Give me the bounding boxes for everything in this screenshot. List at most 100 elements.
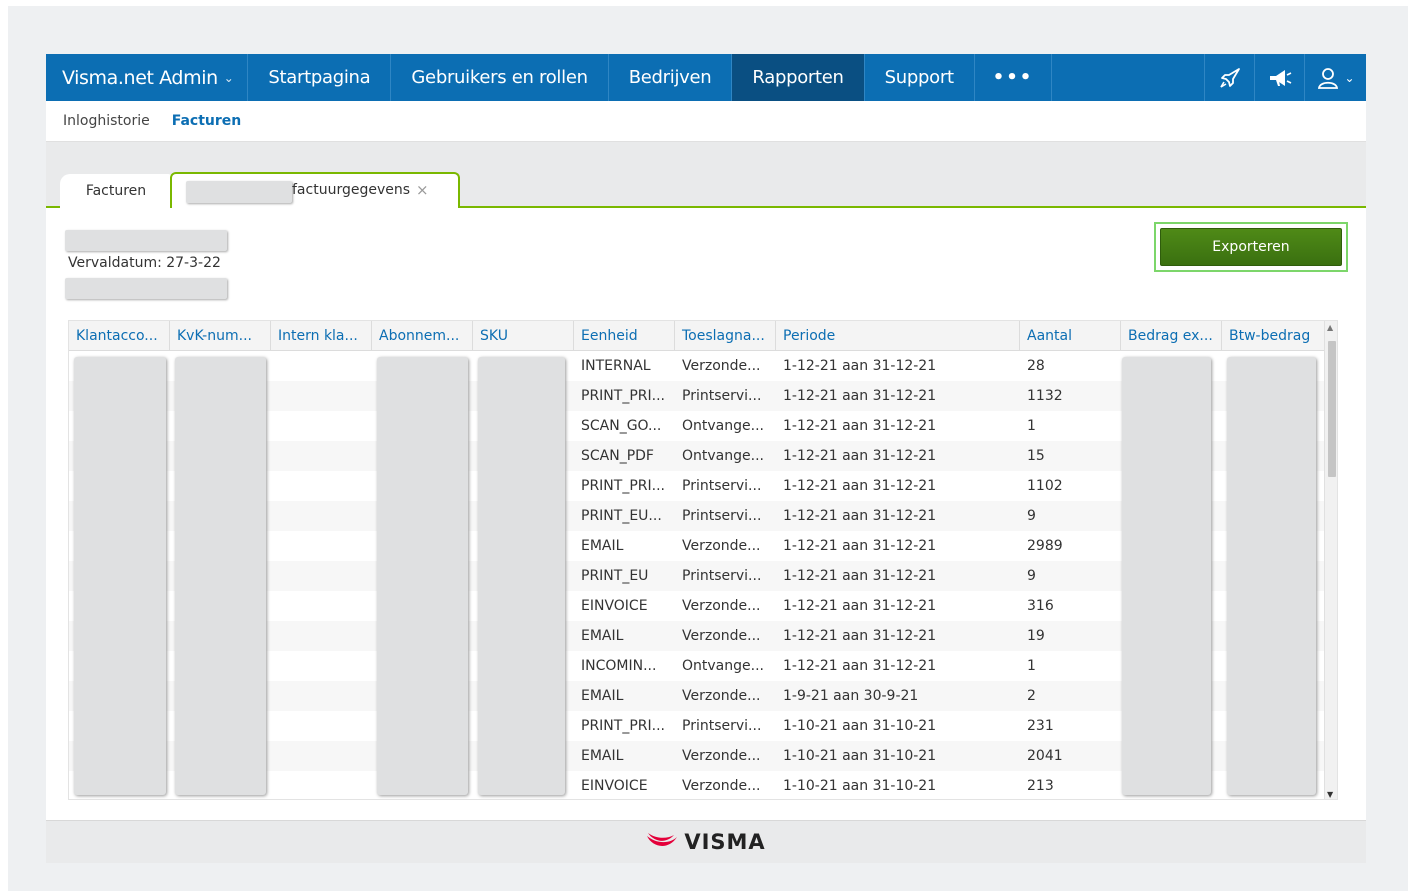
vertical-scrollbar[interactable]: ▲ ▼: [1324, 321, 1337, 799]
cell-aantal: 28: [1027, 358, 1045, 374]
logo-text: VISMA: [684, 830, 766, 854]
due-date-label: Vervaldatum: 27-3-22: [68, 255, 221, 271]
cell-toeslagnaam: Verzonde...: [682, 688, 761, 704]
brand-label: Visma.net Admin: [62, 66, 218, 89]
cell-toeslagnaam: Printservi...: [682, 718, 762, 734]
column-header-aantal[interactable]: Aantal: [1020, 321, 1121, 351]
megaphone-icon[interactable]: [1254, 54, 1304, 101]
app-switcher[interactable]: Visma.net Admin ⌄: [46, 54, 249, 101]
cell-periode: 1-12-21 aan 31-12-21: [783, 538, 937, 554]
corner-cut: [0, 0, 120, 6]
cell-periode: 1-10-21 aan 31-10-21: [783, 778, 937, 794]
column-header-toeslagnaam[interactable]: Toeslagna...: [675, 321, 776, 351]
cell-aantal: 231: [1027, 718, 1054, 734]
subnav-facturen[interactable]: Facturen: [172, 113, 242, 129]
column-header-btw-bedrag[interactable]: Btw-bedrag: [1222, 321, 1324, 351]
cell-aantal: 15: [1027, 448, 1045, 464]
nav-support[interactable]: Support: [865, 54, 975, 101]
nav-gebruikers-en-rollen[interactable]: Gebruikers en rollen: [391, 54, 609, 101]
cell-aantal: 1: [1027, 418, 1036, 434]
redacted-block: [186, 181, 292, 203]
cell-periode: 1-12-21 aan 31-12-21: [783, 598, 937, 614]
redacted-block: [65, 278, 227, 299]
redacted-column: [478, 357, 565, 795]
column-header-klantaccount[interactable]: Klantacco...: [69, 321, 170, 351]
cell-toeslagnaam: Printservi...: [682, 388, 762, 404]
column-header-eenheid[interactable]: Eenheid: [574, 321, 675, 351]
cell-periode: 1-9-21 aan 30-9-21: [783, 688, 919, 704]
visma-logo: VISMA: [646, 830, 765, 854]
cell-eenheid: EINVOICE: [581, 598, 648, 614]
cell-toeslagnaam: Verzonde...: [682, 628, 761, 644]
cell-toeslagnaam: Printservi...: [682, 478, 762, 494]
export-button[interactable]: Exporteren: [1160, 228, 1342, 266]
cell-toeslagnaam: Verzonde...: [682, 358, 761, 374]
scroll-thumb[interactable]: [1328, 341, 1336, 477]
user-menu-button[interactable]: ⌄: [1304, 54, 1366, 101]
cell-periode: 1-12-21 aan 31-12-21: [783, 358, 937, 374]
nav-rapporten[interactable]: Rapporten: [732, 54, 865, 101]
redacted-column: [1122, 357, 1211, 795]
tab-bar: Facturen factuurgegevens ×: [46, 142, 1366, 208]
scroll-up-icon[interactable]: ▲: [1327, 323, 1333, 332]
redacted-column: [74, 357, 166, 795]
top-navigation: Visma.net Admin ⌄ Startpagina Gebruikers…: [46, 54, 1366, 101]
cell-eenheid: EMAIL: [581, 628, 624, 644]
cell-eenheid: SCAN_PDF: [581, 448, 654, 464]
cell-toeslagnaam: Printservi...: [682, 508, 762, 524]
cell-toeslagnaam: Ontvange...: [682, 418, 764, 434]
cell-eenheid: EMAIL: [581, 688, 624, 704]
cell-toeslagnaam: Verzonde...: [682, 778, 761, 794]
footer: VISMA: [46, 820, 1366, 863]
cell-eenheid: INCOMIN...: [581, 658, 657, 674]
more-menu-button[interactable]: •••: [975, 54, 1053, 101]
cell-periode: 1-12-21 aan 31-12-21: [783, 448, 937, 464]
main-content: Vervaldatum: 27-3-22 Exporteren Klantacc…: [46, 208, 1366, 820]
cell-toeslagnaam: Printservi...: [682, 568, 762, 584]
cell-eenheid: PRINT_PRI...: [581, 718, 665, 734]
cell-aantal: 2: [1027, 688, 1036, 704]
redacted-column: [1227, 357, 1316, 795]
cell-aantal: 316: [1027, 598, 1054, 614]
cell-periode: 1-12-21 aan 31-12-21: [783, 478, 937, 494]
column-header-abonnement[interactable]: Abonnem...: [372, 321, 473, 351]
cell-aantal: 213: [1027, 778, 1054, 794]
redacted-column: [175, 357, 266, 795]
column-header-bedrag-excl[interactable]: Bedrag ex...: [1121, 321, 1222, 351]
cell-toeslagnaam: Verzonde...: [682, 598, 761, 614]
nav-bedrijven[interactable]: Bedrijven: [609, 54, 733, 101]
column-header-sku[interactable]: SKU: [473, 321, 574, 351]
tab-facturen[interactable]: Facturen: [60, 174, 172, 208]
visma-swoosh-icon: [647, 833, 678, 846]
cell-eenheid: SCAN_GO...: [581, 418, 662, 434]
scroll-down-icon[interactable]: ▼: [1327, 790, 1333, 799]
cell-toeslagnaam: Verzonde...: [682, 538, 761, 554]
column-header-kvk-nummer[interactable]: KvK-num...: [170, 321, 271, 351]
redacted-block: [65, 230, 227, 251]
cell-periode: 1-12-21 aan 31-12-21: [783, 568, 937, 584]
subnav-inloghistorie[interactable]: Inloghistorie: [63, 113, 150, 129]
cell-eenheid: PRINT_PRI...: [581, 478, 665, 494]
cell-aantal: 1: [1027, 658, 1036, 674]
cell-toeslagnaam: Verzonde...: [682, 748, 761, 764]
sub-navigation: Inloghistorie Facturen: [46, 101, 1366, 142]
cell-aantal: 9: [1027, 508, 1036, 524]
export-highlight: Exporteren: [1154, 222, 1348, 272]
chevron-down-icon: ⌄: [223, 70, 234, 85]
cell-aantal: 9: [1027, 568, 1036, 584]
cell-eenheid: PRINT_EU: [581, 568, 649, 584]
cell-eenheid: EMAIL: [581, 538, 624, 554]
cell-eenheid: PRINT_PRI...: [581, 388, 665, 404]
cell-periode: 1-10-21 aan 31-10-21: [783, 748, 937, 764]
cell-periode: 1-12-21 aan 31-12-21: [783, 418, 937, 434]
column-header-intern-klant[interactable]: Intern kla...: [271, 321, 372, 351]
column-header-periode[interactable]: Periode: [776, 321, 1020, 351]
cell-eenheid: INTERNAL: [581, 358, 651, 374]
nav-startpagina[interactable]: Startpagina: [248, 54, 392, 101]
invoice-grid: Klantacco... KvK-num... Intern kla... Ab…: [68, 320, 1338, 800]
rocket-icon[interactable]: [1204, 54, 1254, 101]
close-icon[interactable]: ×: [416, 181, 429, 199]
cell-periode: 1-12-21 aan 31-12-21: [783, 628, 937, 644]
tab-factuurgegevens[interactable]: factuurgegevens ×: [170, 172, 460, 208]
